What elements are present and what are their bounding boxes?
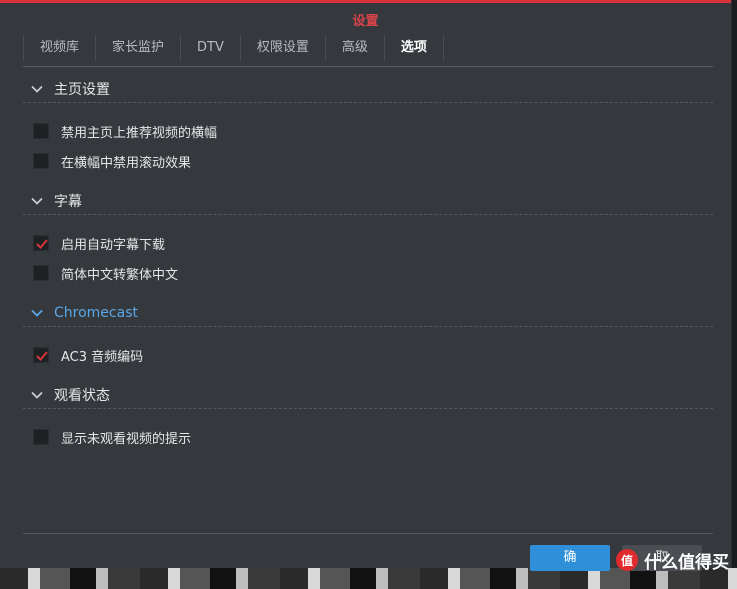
- watermark-text: 什么值得买: [644, 552, 729, 573]
- option-ac3-audio[interactable]: AC3 音频编码: [33, 346, 144, 365]
- section-divider: [23, 102, 713, 103]
- option-auto-subtitle-download[interactable]: 启用自动字幕下载: [33, 234, 166, 253]
- section-divider: [23, 326, 713, 327]
- checkbox[interactable]: [33, 429, 49, 445]
- tab-bar: 视频库 家长监护 DTV 权限设置 高级 选项: [23, 35, 444, 61]
- dialog-accent-bar: [0, 0, 731, 3]
- tab-video-library[interactable]: 视频库: [23, 35, 95, 61]
- section-header-homepage[interactable]: 主页设置: [30, 79, 110, 99]
- section-title: 观看状态: [54, 388, 110, 404]
- checkbox[interactable]: [33, 153, 49, 169]
- option-label: 简体中文转繁体中文: [61, 267, 179, 283]
- section-title: Chromecast: [54, 305, 138, 321]
- option-simplified-to-traditional[interactable]: 简体中文转繁体中文: [33, 264, 179, 283]
- section-header-subtitles[interactable]: 字幕: [30, 191, 82, 211]
- tab-permissions[interactable]: 权限设置: [239, 35, 325, 61]
- option-label: AC3 音频编码: [61, 349, 144, 365]
- section-title: 主页设置: [54, 82, 110, 98]
- checkbox-checked[interactable]: [33, 235, 49, 251]
- tab-parental-control[interactable]: 家长监护: [95, 35, 180, 61]
- footer-divider: [23, 533, 713, 534]
- dialog-title: 设置: [352, 14, 379, 29]
- option-label: 禁用主页上推荐视频的横幅: [61, 125, 218, 141]
- section-header-watch-status[interactable]: 观看状态: [30, 385, 110, 405]
- section-divider: [23, 408, 713, 409]
- watermark-badge-icon: 值: [616, 549, 638, 571]
- section-title: 字幕: [54, 194, 82, 210]
- checkbox[interactable]: [33, 123, 49, 139]
- checkbox[interactable]: [33, 265, 49, 281]
- tab-divider: [23, 66, 713, 67]
- checkmark-icon: [36, 239, 48, 249]
- watermark-badge-text: 值: [620, 553, 633, 568]
- settings-dialog: 设置 视频库 家长监护 DTV 权限设置 高级 选项 主页设置 禁用主页上推荐视…: [0, 0, 732, 571]
- option-disable-banner[interactable]: 禁用主页上推荐视频的横幅: [33, 122, 218, 141]
- option-unwatched-hint[interactable]: 显示未观看视频的提示: [33, 428, 192, 447]
- checkmark-icon: [36, 351, 48, 361]
- option-label: 显示未观看视频的提示: [61, 431, 192, 447]
- option-label: 在横幅中禁用滚动效果: [61, 155, 192, 171]
- section-divider: [23, 214, 713, 215]
- option-disable-scroll-effect[interactable]: 在横幅中禁用滚动效果: [33, 152, 192, 171]
- chevron-down-icon: [31, 309, 43, 317]
- section-header-chromecast[interactable]: Chromecast: [30, 303, 138, 323]
- ok-button[interactable]: 确: [530, 545, 610, 571]
- chevron-down-icon: [31, 391, 43, 399]
- checkbox-checked[interactable]: [33, 347, 49, 363]
- chevron-down-icon: [31, 85, 43, 93]
- watermark-logo: 值 什么值得买: [616, 548, 729, 573]
- tab-dtv[interactable]: DTV: [180, 35, 240, 61]
- tab-advanced[interactable]: 高级: [324, 35, 384, 61]
- chevron-down-icon: [31, 197, 43, 205]
- tab-options[interactable]: 选项: [383, 35, 444, 61]
- option-label: 启用自动字幕下载: [61, 237, 166, 253]
